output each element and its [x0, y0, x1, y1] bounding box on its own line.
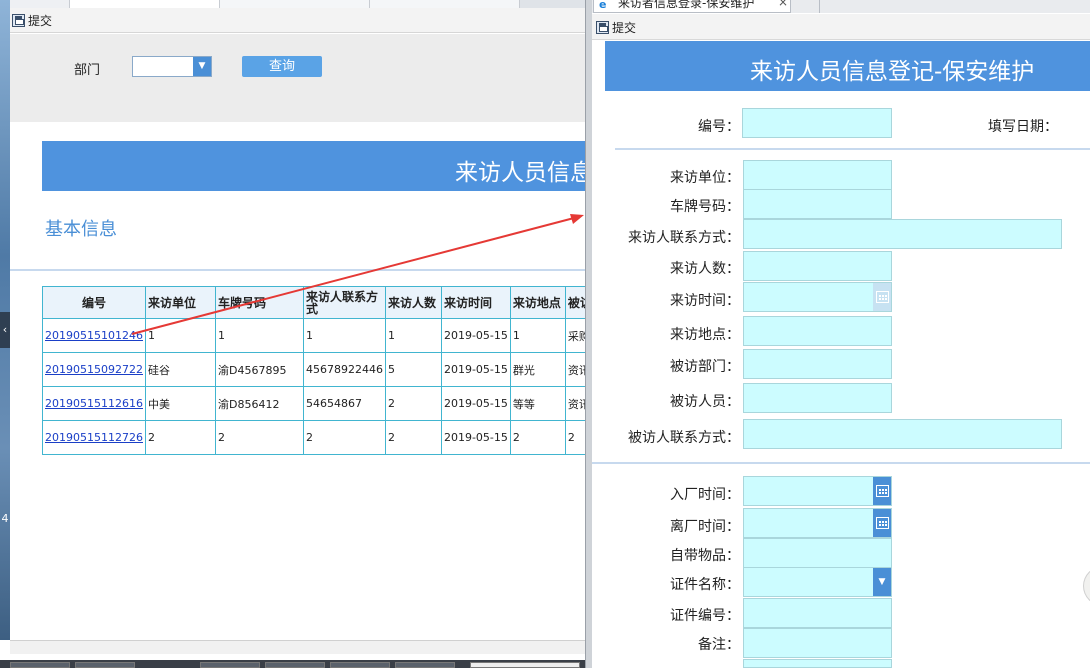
divider	[592, 462, 1090, 464]
arrow-line	[131, 217, 575, 335]
fill-date-label: 填写日期：	[988, 119, 1058, 135]
dialog-banner-title: 来访人员信息登记-保安维护	[750, 59, 1035, 85]
cert-name-label: 证件名称：	[670, 577, 740, 593]
person-contact-input[interactable]	[743, 419, 1062, 449]
next-input[interactable]	[743, 659, 892, 668]
items-input[interactable]	[743, 538, 892, 568]
person-contact-label: 被访人联系方式：	[628, 430, 740, 446]
cert-no-input[interactable]	[743, 598, 892, 628]
dialog-toolbar: 提交	[592, 14, 1090, 40]
enter-time-input[interactable]	[743, 476, 892, 506]
ie-icon: e	[599, 0, 607, 11]
arrow-head	[570, 214, 584, 224]
count-label: 来访人数：	[670, 261, 740, 277]
dialog-submit-button[interactable]: 提交	[596, 19, 636, 36]
calendar-icon[interactable]	[876, 291, 889, 303]
dialog-banner: 来访人员信息登记-保安维护	[605, 41, 1090, 91]
divider	[615, 148, 1090, 150]
remark-input[interactable]	[743, 628, 892, 658]
person-input[interactable]	[743, 383, 892, 413]
person-label: 被访人员：	[670, 394, 740, 410]
calendar-icon[interactable]	[876, 485, 889, 497]
id-input[interactable]	[742, 108, 892, 138]
enter-time-label: 入厂时间：	[670, 487, 740, 503]
contact-label: 来访人联系方式：	[628, 230, 740, 246]
unit-label: 来访单位：	[670, 170, 740, 186]
time-input[interactable]	[743, 282, 892, 312]
plate-input[interactable]	[743, 189, 892, 219]
save-icon	[596, 21, 609, 34]
cert-name-select[interactable]: ▼	[743, 567, 892, 597]
dialog-submit-label: 提交	[612, 21, 637, 35]
count-input[interactable]	[743, 251, 892, 281]
contact-input[interactable]	[743, 219, 1062, 249]
cert-no-label: 证件编号：	[670, 608, 740, 624]
plate-label: 车牌号码：	[670, 199, 740, 215]
dept-input[interactable]	[743, 349, 892, 379]
place-input[interactable]	[743, 316, 892, 346]
dialog-tab[interactable]: e 来访者信息登录-保安维护 ×	[593, 0, 791, 13]
items-label: 自带物品：	[670, 548, 740, 564]
dialog-tab-title: 来访者信息登录-保安维护	[618, 0, 755, 10]
dialog-tab-empty[interactable]	[792, 0, 820, 13]
dropdown-arrow-icon[interactable]: ▼	[873, 568, 891, 596]
unit-input[interactable]	[743, 160, 892, 190]
close-icon[interactable]: ×	[778, 0, 788, 9]
leave-time-label: 离厂时间：	[670, 519, 740, 535]
place-label: 来访地点：	[670, 327, 740, 343]
remark-label: 备注：	[698, 637, 740, 653]
leave-time-input[interactable]	[743, 508, 892, 538]
dept-label: 被访部门：	[670, 359, 740, 375]
calendar-icon[interactable]	[876, 517, 889, 529]
time-label: 来访时间：	[670, 293, 740, 309]
id-label: 编号：	[698, 119, 740, 135]
